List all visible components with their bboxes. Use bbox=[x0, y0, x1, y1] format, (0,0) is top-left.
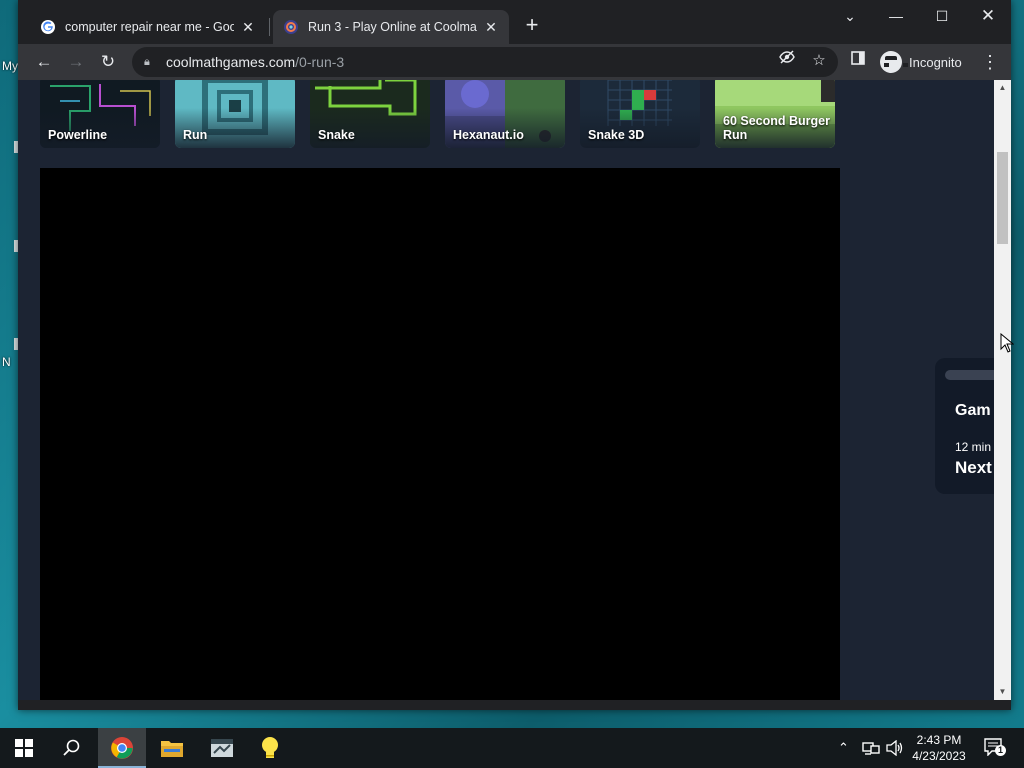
scroll-thumb[interactable] bbox=[997, 152, 1008, 244]
url-path: /0-run-3 bbox=[295, 54, 345, 70]
close-tab-icon[interactable]: ✕ bbox=[483, 19, 499, 36]
next-game-title: Gam bbox=[955, 402, 991, 419]
chrome-icon bbox=[111, 737, 133, 759]
game-thumb-powerline[interactable]: Powerline bbox=[40, 80, 160, 148]
back-icon[interactable]: ← bbox=[32, 50, 56, 74]
browser-window: computer repair near me - Googl ✕ Run 3 … bbox=[18, 0, 1011, 710]
mouse-cursor-icon bbox=[1000, 333, 1014, 353]
game-label: Snake bbox=[318, 128, 355, 142]
next-game-button-label: Next bbox=[955, 458, 992, 477]
lightbulb-icon bbox=[262, 737, 278, 758]
coolmath-icon bbox=[284, 20, 298, 34]
taskbar: ⌃ 2:43 PM 4/23/2023 1 bbox=[0, 728, 1024, 768]
related-games-row: Powerline Run Snake Hexanaut.io Snake 3D… bbox=[40, 80, 840, 148]
card-image-strip bbox=[945, 370, 994, 380]
notification-center-icon[interactable]: 1 bbox=[984, 738, 1006, 757]
url-host: coolmathgames.com bbox=[166, 54, 296, 70]
next-game-minutes: 12 min bbox=[955, 440, 992, 454]
show-hidden-icons-icon[interactable]: ⌃ bbox=[838, 728, 849, 768]
incognito-icon bbox=[880, 51, 908, 73]
taskbar-file-explorer[interactable] bbox=[148, 728, 196, 768]
tab-title: computer repair near me - Googl bbox=[65, 20, 234, 34]
google-icon bbox=[41, 20, 55, 34]
system-clock[interactable]: 2:43 PM 4/23/2023 bbox=[906, 732, 972, 764]
clock-time: 2:43 PM bbox=[916, 733, 962, 747]
bookmark-star-icon[interactable]: ☆ bbox=[807, 49, 831, 73]
incognito-profile-button[interactable]: Incognito bbox=[880, 49, 962, 75]
page-viewport: Powerline Run Snake Hexanaut.io Snake 3D… bbox=[18, 80, 994, 700]
next-game-card[interactable]: Gam 12 min Next bbox=[935, 358, 994, 494]
windows-logo-icon bbox=[15, 739, 33, 757]
maximize-icon[interactable]: ☐ bbox=[930, 4, 954, 28]
tab-title: Run 3 - Play Online at Coolmath bbox=[308, 20, 477, 34]
game-thumb-snake3d[interactable]: Snake 3D bbox=[580, 80, 700, 148]
game-thumb-60-second-burger-run[interactable]: 60 Second Burger Run bbox=[715, 80, 835, 148]
notification-count: 1 bbox=[995, 745, 1006, 756]
app-window-icon bbox=[211, 739, 233, 757]
page-scrollbar[interactable]: ▲ ▼ bbox=[994, 80, 1011, 700]
game-canvas[interactable] bbox=[40, 168, 840, 700]
address-bar[interactable]: 🔒︎ coolmathgames.com/0-run-3 bbox=[132, 47, 838, 77]
tracking-blocked-icon[interactable] bbox=[775, 49, 799, 73]
taskbar-app[interactable] bbox=[198, 728, 246, 768]
taskbar-chrome[interactable] bbox=[98, 728, 146, 768]
new-tab-button[interactable]: + bbox=[520, 14, 544, 38]
game-label: Powerline bbox=[48, 128, 108, 142]
desktop-icon-label: My bbox=[2, 59, 18, 73]
game-label: Run bbox=[183, 128, 208, 142]
tab-search-icon[interactable]: ⌄ bbox=[838, 4, 862, 28]
menu-icon[interactable]: ⋮ bbox=[980, 49, 1000, 75]
game-thumb-snake[interactable]: Snake bbox=[310, 80, 430, 148]
browser-toolbar: ← → ↻ 🔒︎ coolmathgames.com/0-run-3 ☆ Inc… bbox=[18, 44, 1011, 80]
game-label: Snake 3D bbox=[588, 128, 645, 142]
tab-separator bbox=[269, 18, 270, 36]
clock-date: 4/23/2023 bbox=[912, 749, 966, 763]
start-button[interactable] bbox=[0, 728, 48, 768]
game-thumb-run[interactable]: Run bbox=[175, 80, 295, 148]
network-icon[interactable] bbox=[862, 728, 880, 768]
tab-run3[interactable]: Run 3 - Play Online at Coolmath ✕ bbox=[273, 10, 509, 44]
tab-strip: computer repair near me - Googl ✕ Run 3 … bbox=[18, 0, 1011, 44]
close-tab-icon[interactable]: ✕ bbox=[240, 19, 256, 36]
search-icon bbox=[63, 739, 80, 756]
search-button[interactable] bbox=[48, 728, 96, 768]
close-window-icon[interactable]: ✕ bbox=[976, 4, 1000, 28]
lock-icon[interactable]: 🔒︎ bbox=[144, 56, 156, 69]
desktop-icon-label: N bbox=[2, 355, 11, 369]
minimize-icon[interactable]: — bbox=[884, 4, 908, 28]
folder-icon bbox=[161, 741, 183, 757]
game-thumb-hexanaut[interactable]: Hexanaut.io bbox=[445, 80, 565, 148]
side-panel-icon[interactable] bbox=[846, 49, 870, 73]
game-label: Hexanaut.io bbox=[453, 128, 524, 142]
volume-icon[interactable] bbox=[886, 728, 904, 768]
taskbar-tips[interactable] bbox=[246, 728, 294, 768]
reload-icon[interactable]: ↻ bbox=[96, 50, 120, 74]
game-label: 60 Second Burger Run bbox=[723, 114, 830, 142]
forward-icon[interactable]: → bbox=[64, 50, 88, 74]
tab-google-search[interactable]: computer repair near me - Googl ✕ bbox=[30, 10, 266, 44]
scroll-up-icon[interactable]: ▲ bbox=[994, 80, 1011, 96]
scroll-down-icon[interactable]: ▼ bbox=[994, 684, 1011, 700]
incognito-label: Incognito bbox=[909, 54, 962, 70]
